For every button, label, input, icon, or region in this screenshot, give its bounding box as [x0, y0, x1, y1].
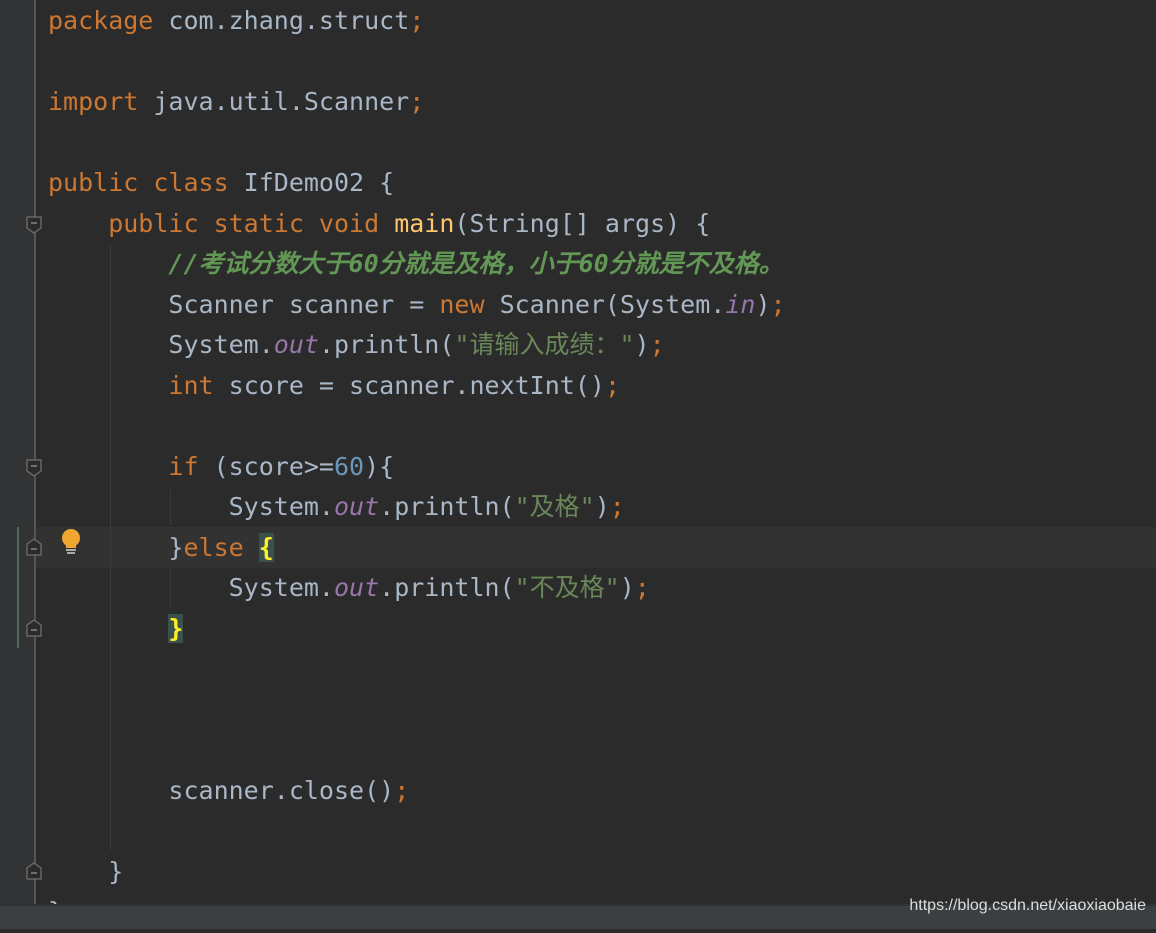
code-token: ){: [364, 451, 395, 481]
fold-end-icon[interactable]: [26, 619, 42, 637]
code-line[interactable]: scanner.close();: [48, 771, 786, 812]
code-token: .println(: [379, 492, 515, 521]
code-line[interactable]: public static void main(String[] args) {: [48, 204, 786, 245]
code-token: ;: [609, 492, 625, 521]
code-token: if: [168, 451, 214, 481]
code-token: int: [168, 370, 229, 400]
code-line[interactable]: }else {: [48, 528, 786, 569]
code-token: .println(: [379, 573, 515, 602]
code-token: }: [48, 856, 124, 886]
code-token: out: [273, 330, 319, 359]
code-token: import: [48, 87, 154, 116]
code-token: (String[] args) {: [454, 208, 711, 238]
code-token: Scanner scanner =: [48, 289, 440, 319]
code-token: //考试分数大于60分就是及格，小于60分就是不及格。: [48, 249, 784, 278]
editor-gutter: [0, 0, 36, 905]
code-line[interactable]: System.out.println("不及格");: [48, 568, 786, 609]
code-line[interactable]: [48, 649, 786, 690]
code-token: }: [48, 532, 184, 562]
code-line[interactable]: public class IfDemo02 {: [48, 163, 786, 204]
code-token: public static void: [48, 208, 395, 238]
code-line[interactable]: [48, 811, 786, 852]
code-token: ): [619, 573, 635, 602]
code-token: }: [168, 613, 184, 643]
code-token: ;: [770, 289, 786, 319]
code-token: 60: [334, 451, 365, 481]
code-token: ;: [634, 573, 650, 602]
vcs-change-marker[interactable]: [17, 527, 19, 648]
code-line[interactable]: }: [48, 609, 786, 650]
code-token: {: [258, 532, 274, 562]
code-token: (score>=: [213, 451, 334, 481]
code-token: ;: [409, 6, 425, 35]
code-token: IfDemo02 {: [243, 168, 395, 197]
code-token: new: [439, 289, 500, 319]
code-token: ;: [604, 370, 620, 400]
code-token: Scanner(System.: [499, 289, 726, 319]
code-token: com.zhang.struct: [168, 6, 410, 35]
code-token: ): [755, 289, 771, 319]
code-token: out: [333, 573, 380, 602]
code-line[interactable]: import java.util.Scanner;: [48, 82, 786, 123]
code-token: ;: [394, 775, 410, 805]
code-line[interactable]: [48, 690, 786, 731]
code-token: in: [725, 289, 756, 319]
code-line[interactable]: [48, 123, 786, 164]
code-token: ): [594, 492, 610, 521]
fold-expand-end-icon[interactable]: [26, 538, 42, 556]
code-line[interactable]: [48, 42, 786, 83]
code-line[interactable]: }: [48, 852, 786, 893]
fold-line: [34, 0, 36, 905]
code-line[interactable]: //考试分数大于60分就是及格，小于60分就是不及格。: [48, 244, 786, 285]
code-token: main: [394, 208, 455, 238]
code-token: "及格": [514, 492, 595, 521]
code-token: else: [183, 532, 259, 562]
code-token: .println(: [318, 330, 455, 359]
code-token: java.util.Scanner: [153, 87, 410, 116]
code-token: out: [333, 492, 380, 521]
code-token: ;: [649, 330, 665, 359]
code-token: System.: [48, 492, 334, 521]
code-token: System.: [48, 573, 334, 602]
code-line[interactable]: System.out.println("及格");: [48, 487, 786, 528]
code-line[interactable]: System.out.println("请输入成绩：");: [48, 325, 786, 366]
code-line[interactable]: [48, 406, 786, 447]
code-token: score = scanner.nextInt(): [228, 370, 605, 400]
fold-collapse-icon[interactable]: [26, 459, 42, 477]
code-token: ): [634, 330, 650, 359]
code-token: "请输入成绩：": [454, 330, 635, 359]
code-editor[interactable]: package com.zhang.struct; import java.uti…: [48, 1, 786, 933]
code-line[interactable]: if (score>=60){: [48, 447, 786, 488]
code-token: System.: [48, 330, 274, 359]
code-line[interactable]: Scanner scanner = new Scanner(System.in)…: [48, 285, 786, 326]
code-line[interactable]: package com.zhang.struct;: [48, 1, 786, 42]
code-token: ;: [409, 87, 425, 116]
code-token: "不及格": [514, 573, 620, 602]
code-line[interactable]: [48, 730, 786, 771]
fold-collapse-icon[interactable]: [26, 216, 42, 234]
watermark: https://blog.csdn.net/xiaoxiaobaie: [909, 897, 1146, 914]
code-line[interactable]: int score = scanner.nextInt();: [48, 366, 786, 407]
fold-end-icon[interactable]: [26, 862, 42, 880]
code-token: package: [48, 6, 169, 35]
code-token: scanner.close(): [48, 775, 395, 805]
code-token: public class: [48, 168, 244, 197]
